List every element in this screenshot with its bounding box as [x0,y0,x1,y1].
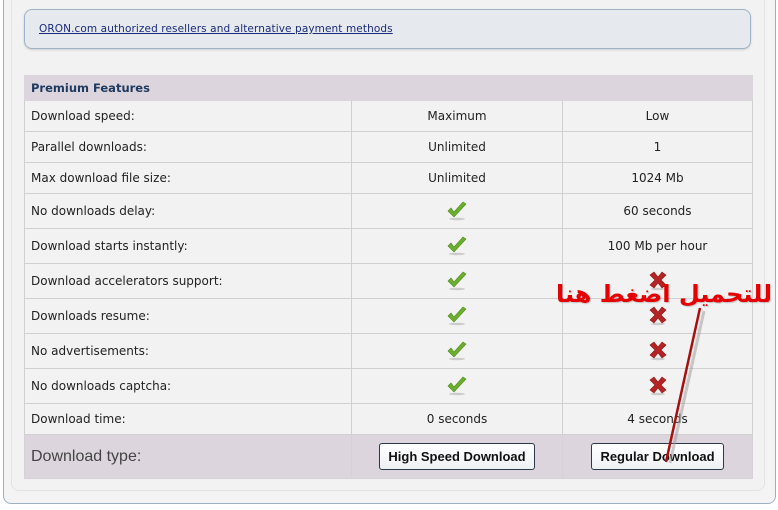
cross-icon [647,341,669,361]
premium-value [351,298,563,334]
cross-icon [647,376,669,396]
table-row: Parallel downloads: Unlimited 1 [24,131,753,163]
feature-label: Download speed: [24,100,352,132]
premium-value [351,263,563,299]
check-icon [446,201,468,221]
free-value: 60 seconds [562,193,753,229]
premium-value: Maximum [351,100,563,132]
feature-label: No downloads delay: [24,193,352,229]
feature-label: Download starts instantly: [24,228,352,264]
free-value [562,368,753,404]
free-value: 4 seconds [562,403,753,435]
cross-icon [647,306,669,326]
check-icon [446,306,468,326]
table-header: Premium Features [24,75,753,101]
table-row: No downloads captcha: [24,368,753,404]
premium-features-table: Premium Features Download speed: Maximum L… [24,75,753,479]
table-row: Download time: 0 seconds 4 seconds [24,403,753,435]
table-row: Download starts instantly: 100 Mb per hou… [24,228,753,264]
premium-value: Unlimited [351,162,563,194]
feature-label: No advertisements: [24,333,352,369]
premium-value [351,333,563,369]
check-icon [446,341,468,361]
free-value: 100 Mb per hour [562,228,753,264]
table-row: Max download file size: Unlimited 1024 Mb [24,162,753,194]
download-type-row: Download type: High Speed Download Regul… [24,434,753,479]
table-row: No advertisements: [24,333,753,369]
check-icon [446,271,468,291]
check-icon [446,376,468,396]
premium-value [351,193,563,229]
feature-label: Parallel downloads: [24,131,352,163]
table-row: Download speed: Maximum Low [24,100,753,132]
table-row: No downloads delay: 60 seconds [24,193,753,229]
resellers-box: ORON.com authorized resellers and altern… [24,9,751,49]
free-value: Low [562,100,753,132]
regular-download-button[interactable]: Regular Download [591,443,724,470]
feature-label: Download accelerators support: [24,263,352,299]
high-speed-download-button[interactable]: High Speed Download [379,443,535,470]
premium-value: 0 seconds [351,403,563,435]
premium-value: Unlimited [351,131,563,163]
feature-label: No downloads captcha: [24,368,352,404]
download-type-label: Download type: [24,434,352,479]
feature-label: Downloads resume: [24,298,352,334]
feature-label: Download time: [24,403,352,435]
free-value: 1 [562,131,753,163]
table-header-row: Premium Features [24,75,753,101]
resellers-link[interactable]: ORON.com authorized resellers and altern… [39,23,393,35]
premium-value [351,228,563,264]
feature-label: Max download file size: [24,162,352,194]
free-value: 1024 Mb [562,162,753,194]
check-icon [446,236,468,256]
free-value [562,333,753,369]
arabic-click-here-annotation: للتحميل اضغط هنا [556,280,773,308]
premium-value [351,368,563,404]
